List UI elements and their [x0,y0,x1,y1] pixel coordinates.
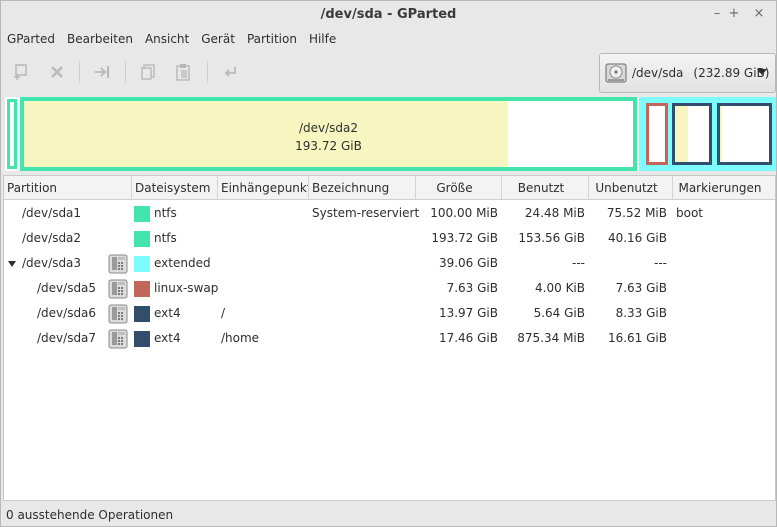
table-row[interactable]: /dev/sda5 linux-swap 7.63 GiB 4.00 KiB 7… [4,276,775,301]
device-selector[interactable]: /dev/sda (232.89 GiB) [599,53,776,93]
disk-part-sda2[interactable]: /dev/sda2 193.72 GiB [20,97,637,171]
new-partition-icon[interactable] [10,61,32,83]
cell-label: System-reserviert [312,206,420,220]
gparted-window: /dev/sda - GParted – + × GParted Bearbei… [0,0,777,527]
col-mountpoint[interactable]: Einhängepunkt [218,176,309,200]
cell-flags: boot [676,206,704,220]
cell-used: --- [572,256,585,270]
minimize-button[interactable]: – [708,5,726,23]
disk-graphic: /dev/sda2 193.72 GiB [5,97,776,171]
fs-color-swatch [134,281,150,297]
cell-filesystem: ext4 [154,306,181,320]
menu-gparted[interactable]: GParted [1,30,61,48]
cell-used: 5.64 GiB [533,306,585,320]
disk-part-sda5[interactable] [646,103,668,165]
col-size[interactable]: Größe [416,176,502,200]
cell-filesystem: linux-swap [154,281,219,295]
fs-color-swatch [134,231,150,247]
cell-used: 4.00 KiB [535,281,585,295]
cell-filesystem: ntfs [154,206,177,220]
undo-icon[interactable] [219,61,241,83]
menu-view[interactable]: Ansicht [139,30,195,48]
device-name: /dev/sda [632,66,684,80]
table-row[interactable]: /dev/sda2 ntfs 193.72 GiB 153.56 GiB 40.… [4,226,775,251]
cell-unused: 40.16 GiB [607,231,667,245]
menu-help[interactable]: Hilfe [303,30,342,48]
cell-unused: 16.61 GiB [607,331,667,345]
cell-used: 153.56 GiB [518,231,585,245]
resize-move-icon[interactable] [91,61,113,83]
cell-filesystem: ntfs [154,231,177,245]
close-button[interactable]: × [750,5,768,23]
fs-color-swatch [134,206,150,222]
cell-unused: 7.63 GiB [615,281,667,295]
col-flags[interactable]: Markierungen [673,176,775,200]
paste-icon[interactable] [172,61,194,83]
cell-partition: /dev/sda5 [37,281,97,295]
disk-part-label: /dev/sda2 [298,121,359,135]
fs-color-swatch [134,256,150,272]
cell-used: 875.34 MiB [517,331,585,345]
harddisk-icon [605,63,627,83]
col-used[interactable]: Benutzt [502,176,589,200]
copy-icon[interactable] [137,61,159,83]
lock-icon [108,304,128,324]
cell-filesystem: extended [154,256,211,270]
fs-color-swatch [134,306,150,322]
cell-unused: 8.33 GiB [615,306,667,320]
fs-color-swatch [134,331,150,347]
table-row[interactable]: /dev/sda6 ext4 / 13.97 GiB 5.64 GiB 8.33… [4,301,775,326]
table-row[interactable]: /dev/sda3 extended 39.06 GiB --- --- [4,251,775,276]
disk-part-size: 193.72 GiB [295,139,362,153]
cell-partition: /dev/sda3 [22,256,82,270]
cell-filesystem: ext4 [154,331,181,345]
expander-arrow-icon[interactable] [8,261,16,267]
cell-unused: --- [654,256,667,270]
partition-table: Partition Dateisystem Einhängepunkt Beze… [3,175,776,501]
cell-unused: 75.52 MiB [606,206,667,220]
disk-part-sda7[interactable] [717,103,772,165]
col-unused[interactable]: Unbenutzt [589,176,673,200]
cell-size: 39.06 GiB [438,256,498,270]
disk-part-sda6[interactable] [672,103,712,165]
menu-device[interactable]: Gerät [195,30,241,48]
cell-mount: / [221,306,226,320]
menu-partition[interactable]: Partition [241,30,303,48]
title-bar[interactable]: /dev/sda - GParted – + × [1,1,776,29]
menu-bar: GParted Bearbeiten Ansicht Gerät Partiti… [1,29,776,49]
table-header: Partition Dateisystem Einhängepunkt Beze… [4,176,775,200]
cell-size: 13.97 GiB [438,306,498,320]
disk-part-sda3[interactable] [639,97,776,171]
chevron-down-icon [757,69,767,75]
cell-size: 7.63 GiB [446,281,498,295]
cell-partition: /dev/sda2 [22,231,82,245]
disk-part-sda1[interactable] [7,99,17,169]
col-filesystem[interactable]: Dateisystem [132,176,218,200]
lock-icon [108,279,128,299]
menu-edit[interactable]: Bearbeiten [61,30,139,48]
cell-partition: /dev/sda6 [37,306,97,320]
cell-partition: /dev/sda1 [22,206,82,220]
table-row[interactable]: /dev/sda1 ntfs System-reserviert 100.00 … [4,201,775,226]
maximize-button[interactable]: + [725,5,743,23]
cell-partition: /dev/sda7 [37,331,97,345]
cell-size: 100.00 MiB [430,206,498,220]
cell-size: 17.46 GiB [438,331,498,345]
cell-mount: /home [221,331,260,345]
col-label[interactable]: Bezeichnung [309,176,416,200]
col-partition[interactable]: Partition [4,176,132,200]
table-row[interactable]: /dev/sda7 ext4 /home 17.46 GiB 875.34 Mi… [4,326,775,351]
delete-icon[interactable] [46,61,68,83]
cell-size: 193.72 GiB [431,231,498,245]
cell-used: 24.48 MiB [524,206,585,220]
window-title: /dev/sda - GParted [320,7,457,22]
status-bar: 0 ausstehende Operationen [6,508,174,522]
lock-icon [108,329,128,349]
lock-icon [108,254,128,274]
